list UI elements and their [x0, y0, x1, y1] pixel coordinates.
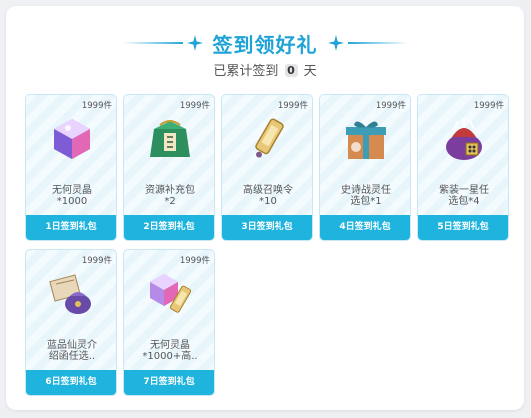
reward-card-day-1[interactable]: 1999件 无何灵晶 *1000 1日签到礼包: [25, 94, 117, 241]
signed-days-text: 已累计签到 0 天: [6, 60, 524, 79]
claim-day-1-button[interactable]: 1日签到礼包: [26, 215, 116, 240]
reward-card-day-7[interactable]: 1999件 无何灵晶 *1000+高.. 7日签到礼包: [123, 249, 215, 396]
stock-count: 1999件: [375, 101, 406, 111]
reward-card-day-6[interactable]: 1999件 蓝品仙灵介 绍函任选.. 6日签到礼包: [25, 249, 117, 396]
crystal-token-icon: [150, 274, 192, 313]
stock-count: 1999件: [81, 101, 112, 111]
reward-name: 紫装一星任 选包*4: [439, 185, 489, 207]
gift-box-icon: [346, 121, 386, 159]
sparkle-icon: [186, 35, 203, 51]
claim-day-2-button[interactable]: 2日签到礼包: [124, 215, 214, 240]
purple-bag-icon: [446, 119, 482, 160]
claim-day-7-button[interactable]: 7日签到礼包: [124, 370, 214, 395]
subtitle-prefix: 已累计签到: [213, 64, 279, 79]
letter-bag-icon: [49, 274, 91, 314]
reward-name: 资源补充包 *2: [145, 185, 195, 207]
signed-days-count: 0: [284, 64, 298, 77]
reward-name: 史诗战灵任 选包*1: [341, 185, 391, 207]
claim-day-6-button[interactable]: 6日签到礼包: [26, 370, 116, 395]
subtitle-suffix: 天: [303, 64, 317, 79]
claim-day-4-button[interactable]: 4日签到礼包: [320, 215, 410, 240]
sparkle-icon: [327, 35, 344, 51]
title-divider-right: [347, 42, 408, 44]
reward-card-day-4[interactable]: 1999件 史诗战灵任 选包*1 4日签到礼包: [319, 94, 411, 241]
reward-card-day-3[interactable]: 1999件 高级召唤令 *10 3日签到礼包: [221, 94, 313, 241]
summon-token-icon: [255, 118, 284, 158]
stock-count: 1999件: [179, 101, 210, 111]
crystal-icon: [54, 119, 90, 159]
sign-in-panel: 签到领好礼 已累计签到 0 天 1999件 无何灵晶 *1000 1日签到礼包 …: [6, 6, 524, 410]
stock-count: 1999件: [277, 101, 308, 111]
reward-card-day-2[interactable]: 1999件 资源补充包 *2 2日签到礼包: [123, 94, 215, 241]
title-divider-left: [122, 42, 183, 44]
reward-name: 无何灵晶 *1000+高..: [142, 340, 198, 362]
claim-day-5-button[interactable]: 5日签到礼包: [418, 215, 508, 240]
stock-count: 1999件: [473, 101, 504, 111]
reward-card-day-5[interactable]: 1999件 紫装一星任 选包*4 5日签到礼包: [417, 94, 509, 241]
title-row: 签到领好礼: [6, 28, 524, 58]
reward-name: 蓝品仙灵介 绍函任选..: [47, 340, 97, 362]
resource-pack-icon: [150, 120, 190, 157]
stock-count: 1999件: [179, 256, 210, 266]
claim-day-3-button[interactable]: 3日签到礼包: [222, 215, 312, 240]
stock-count: 1999件: [81, 256, 112, 266]
reward-name: 高级召唤令 *10: [243, 185, 293, 207]
page-title: 签到领好礼: [212, 32, 318, 57]
reward-name: 无何灵晶 *1000: [52, 185, 92, 207]
